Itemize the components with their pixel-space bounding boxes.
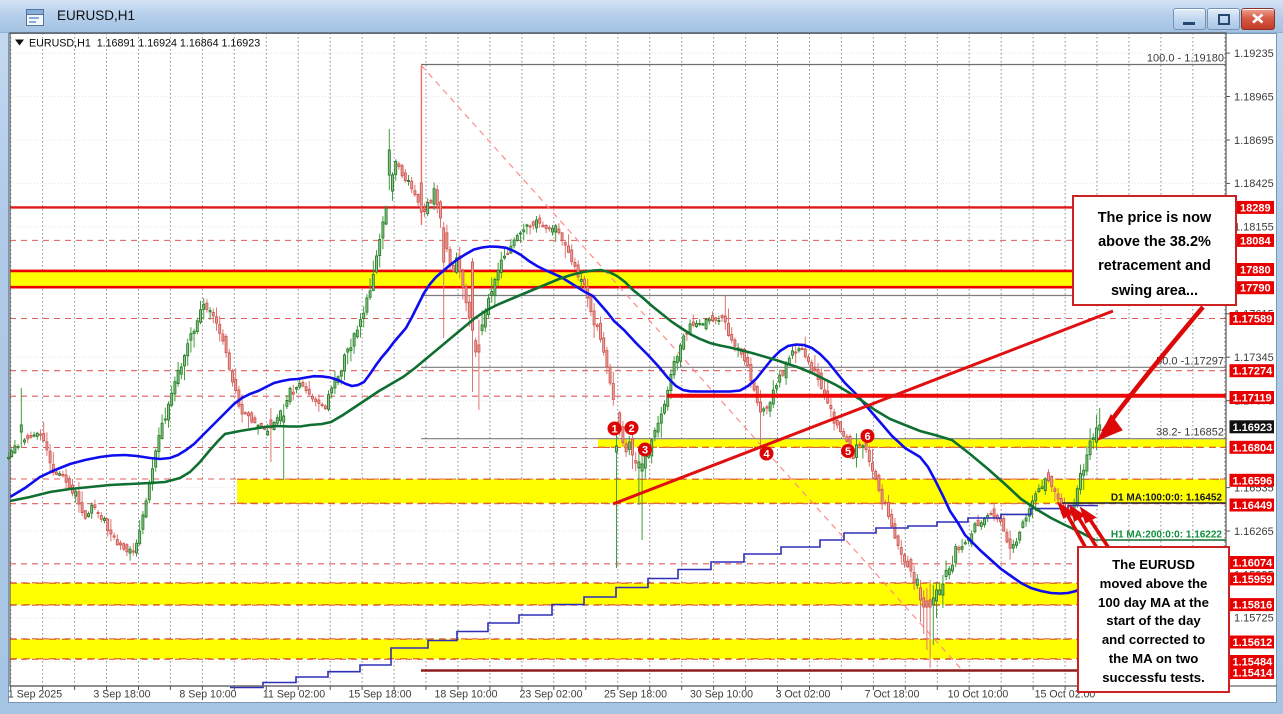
svg-text:50.0 -1.17297: 50.0 -1.17297: [1156, 356, 1224, 368]
svg-text:1 Sep 2025: 1 Sep 2025: [8, 689, 62, 701]
svg-text:1.16074: 1.16074: [1233, 558, 1274, 570]
svg-text:17790: 17790: [1240, 283, 1271, 295]
svg-text:18289: 18289: [1240, 202, 1271, 214]
svg-text:38.2- 1.16852: 38.2- 1.16852: [1156, 427, 1224, 439]
svg-text:1: 1: [611, 424, 617, 436]
svg-text:1.16923: 1.16923: [1233, 422, 1273, 434]
svg-text:25 Sep 18:00: 25 Sep 18:00: [604, 689, 667, 701]
svg-text:1.18425: 1.18425: [1234, 178, 1274, 190]
svg-text:11 Sep 02:00: 11 Sep 02:00: [263, 689, 325, 701]
svg-text:1.17274: 1.17274: [1233, 366, 1274, 378]
svg-text:1.17119: 1.17119: [1233, 393, 1272, 405]
svg-text:18 Sep 10:00: 18 Sep 10:00: [434, 689, 497, 701]
svg-text:100.0 - 1.19180: 100.0 - 1.19180: [1147, 53, 1224, 65]
svg-text:1.17589: 1.17589: [1233, 314, 1273, 326]
svg-text:18084: 18084: [1240, 235, 1271, 247]
svg-text:1.18695: 1.18695: [1234, 135, 1274, 147]
svg-text:2: 2: [628, 423, 634, 435]
svg-text:30 Sep 10:00: 30 Sep 10:00: [690, 689, 753, 701]
svg-text:6: 6: [864, 431, 870, 443]
svg-text:3 Sep 18:00: 3 Sep 18:00: [93, 689, 150, 701]
svg-text:1.18965: 1.18965: [1234, 91, 1274, 103]
svg-text:1.19235: 1.19235: [1234, 48, 1274, 60]
svg-text:1.16265: 1.16265: [1234, 526, 1274, 538]
svg-text:D1 MA:100:0:0: 1.16452: D1 MA:100:0:0: 1.16452: [1111, 493, 1223, 504]
svg-text:1.16449: 1.16449: [1233, 500, 1273, 512]
svg-text:1.15612: 1.15612: [1233, 637, 1273, 649]
svg-text:EURUSD,H1 1.16891 1.16924 1.1: EURUSD,H1 1.16891 1.16924 1.16864 1.1692…: [29, 38, 260, 50]
svg-text:7 Oct 18:00: 7 Oct 18:00: [865, 689, 920, 701]
svg-text:1.16804: 1.16804: [1233, 442, 1274, 454]
svg-text:4: 4: [763, 449, 770, 461]
svg-text:1.18155: 1.18155: [1234, 222, 1274, 234]
svg-text:3: 3: [642, 445, 648, 457]
svg-text:1.17345: 1.17345: [1234, 352, 1274, 364]
svg-text:17880: 17880: [1240, 265, 1271, 277]
svg-text:1.15725: 1.15725: [1234, 613, 1274, 625]
svg-text:5: 5: [845, 446, 851, 458]
svg-text:23 Sep 02:00: 23 Sep 02:00: [519, 689, 582, 701]
svg-text:15 Sep 18:00: 15 Sep 18:00: [348, 689, 411, 701]
svg-text:1.15414: 1.15414: [1233, 668, 1274, 680]
svg-text:10 Oct 10:00: 10 Oct 10:00: [948, 689, 1009, 701]
svg-text:1.15816: 1.15816: [1233, 600, 1273, 612]
svg-text:8 Sep 10:00: 8 Sep 10:00: [179, 689, 236, 701]
svg-text:1.15959: 1.15959: [1233, 574, 1273, 586]
svg-text:H1 MA:200:0:0: 1.16222: H1 MA:200:0:0: 1.16222: [1111, 530, 1223, 541]
svg-text:3 Oct 02:00: 3 Oct 02:00: [776, 689, 831, 701]
svg-text:1.16596: 1.16596: [1233, 475, 1273, 487]
